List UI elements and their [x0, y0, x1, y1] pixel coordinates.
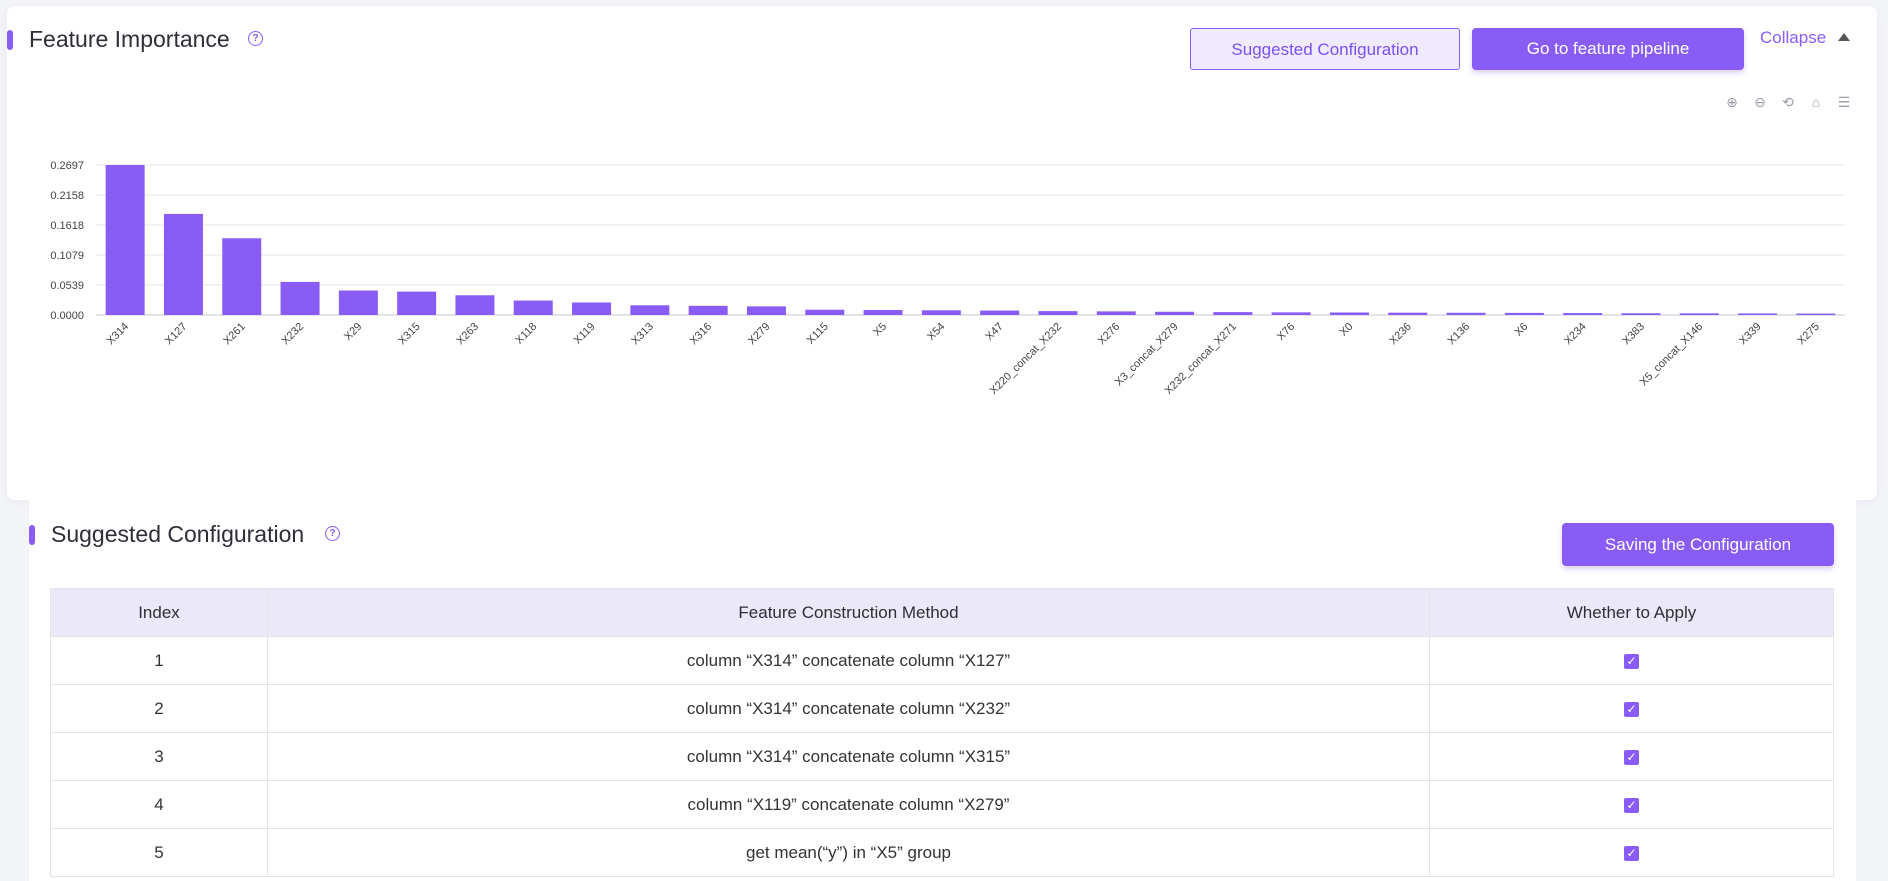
bar[interactable] — [1388, 312, 1428, 315]
bar[interactable] — [1738, 313, 1778, 315]
bar[interactable] — [1621, 313, 1661, 315]
apply-checkbox[interactable]: ✓ — [1624, 701, 1639, 717]
x-tick-label: X5 — [871, 321, 889, 339]
x-tick-label: X5_concat_X146 — [1638, 321, 1706, 389]
row-method: column “X314” concatenate column “X232” — [267, 684, 1430, 733]
y-tick-label: 0.0539 — [50, 280, 84, 292]
row-method: column “X314” concatenate column “X315” — [267, 732, 1430, 781]
y-tick-label: 0.1618 — [50, 220, 84, 232]
x-tick-label: X236 — [1387, 321, 1414, 348]
apply-checkbox[interactable]: ✓ — [1624, 797, 1639, 813]
x-tick-label: X261 — [221, 321, 248, 348]
row-index: 3 — [50, 732, 268, 781]
bar[interactable] — [746, 306, 786, 315]
x-tick-label: X29 — [342, 321, 364, 343]
row-index: 4 — [50, 780, 268, 829]
x-tick-label: X136 — [1446, 321, 1473, 348]
row-index: 1 — [50, 636, 268, 685]
bar[interactable] — [1096, 311, 1136, 315]
x-tick-label: X383 — [1620, 321, 1647, 348]
bar[interactable] — [163, 213, 203, 315]
table-row: 5 get mean(“y”) in “X5” group ✓ — [50, 828, 1834, 877]
bar[interactable] — [1446, 312, 1486, 315]
x-tick-label: X313 — [629, 321, 656, 348]
bar[interactable] — [1038, 311, 1078, 315]
bar[interactable] — [1155, 311, 1195, 315]
row-index: 2 — [50, 684, 268, 733]
apply-checkbox[interactable]: ✓ — [1624, 653, 1639, 669]
x-tick-label: X314 — [105, 321, 132, 348]
bar[interactable] — [1796, 313, 1836, 316]
question-circle-icon[interactable]: ? — [325, 526, 340, 541]
y-tick-label: 0.1079 — [50, 250, 84, 262]
feature-importance-chart: 0.0000 0.0539 0.1079 0.1618 0.2158 0.2697 X314… — [50, 160, 1845, 397]
bar[interactable] — [1563, 313, 1603, 315]
row-method: column “X119” concatenate column “X279” — [267, 780, 1430, 829]
bar[interactable] — [921, 310, 961, 315]
apply-checkbox[interactable]: ✓ — [1624, 845, 1639, 861]
x-tick-label: X115 — [805, 321, 831, 347]
bar[interactable] — [805, 309, 845, 315]
x-tick-label: X316 — [688, 321, 715, 348]
table-row: 3 column “X314” concatenate column “X315… — [50, 732, 1834, 781]
table-row: 4 column “X119” concatenate column “X279… — [50, 780, 1834, 829]
bar[interactable] — [980, 310, 1020, 315]
x-tick-label: X127 — [163, 321, 190, 348]
bar[interactable] — [1504, 312, 1544, 315]
bar[interactable] — [455, 295, 495, 315]
section-accent-bar — [29, 525, 35, 545]
bar[interactable] — [513, 300, 553, 315]
x-tick-label: X3_concat_X279 — [1113, 321, 1181, 389]
x-tick-label: X339 — [1737, 321, 1764, 348]
bar[interactable] — [688, 305, 728, 315]
y-tick-label: 0.0000 — [50, 310, 84, 322]
bar[interactable] — [1271, 312, 1311, 315]
bar[interactable] — [222, 238, 262, 315]
y-tick-label: 0.2697 — [50, 160, 84, 172]
x-tick-label: X232 — [280, 321, 307, 348]
x-tick-label: X54 — [925, 321, 947, 343]
bar[interactable] — [572, 302, 612, 315]
x-tick-label: X315 — [396, 321, 423, 348]
x-tick-label: X119 — [572, 321, 598, 347]
x-tick-label: X47 — [983, 321, 1005, 343]
x-tick-label: X263 — [454, 321, 481, 348]
bar[interactable] — [105, 165, 145, 315]
column-header-apply[interactable]: Whether to Apply — [1429, 588, 1834, 637]
bar[interactable] — [863, 309, 903, 315]
row-index: 5 — [50, 828, 268, 877]
bar[interactable] — [280, 281, 320, 315]
apply-checkbox[interactable]: ✓ — [1624, 749, 1639, 765]
y-tick-label: 0.2158 — [50, 190, 84, 202]
row-method: get mean(“y”) in “X5” group — [267, 828, 1430, 877]
bar[interactable] — [338, 290, 378, 315]
table-row: 2 column “X314” concatenate column “X232… — [50, 684, 1834, 733]
column-header-index[interactable]: Index — [50, 588, 268, 637]
bar[interactable] — [1329, 312, 1369, 315]
bar[interactable] — [630, 305, 670, 315]
x-tick-label: X6 — [1512, 321, 1530, 339]
x-tick-label: X279 — [746, 321, 773, 348]
bar[interactable] — [1679, 313, 1719, 315]
x-tick-label: X76 — [1275, 321, 1297, 343]
row-method: column “X314” concatenate column “X127” — [267, 636, 1430, 685]
x-tick-label: X276 — [1096, 321, 1123, 348]
bar[interactable] — [1213, 312, 1253, 315]
table-row: 1 column “X314” concatenate column “X127… — [50, 636, 1834, 685]
x-tick-label: X0 — [1338, 321, 1356, 339]
configuration-table: Index Feature Construction Method Whethe… — [50, 588, 1834, 877]
save-configuration-button[interactable]: Saving the Configuration — [1562, 523, 1834, 566]
x-tick-label: X234 — [1562, 321, 1589, 348]
suggested-configuration-title: Suggested Configuration — [51, 521, 305, 547]
bar[interactable] — [397, 291, 437, 315]
column-header-method[interactable]: Feature Construction Method — [267, 588, 1430, 637]
x-tick-label: X275 — [1795, 321, 1822, 348]
x-tick-label: X118 — [513, 321, 539, 347]
